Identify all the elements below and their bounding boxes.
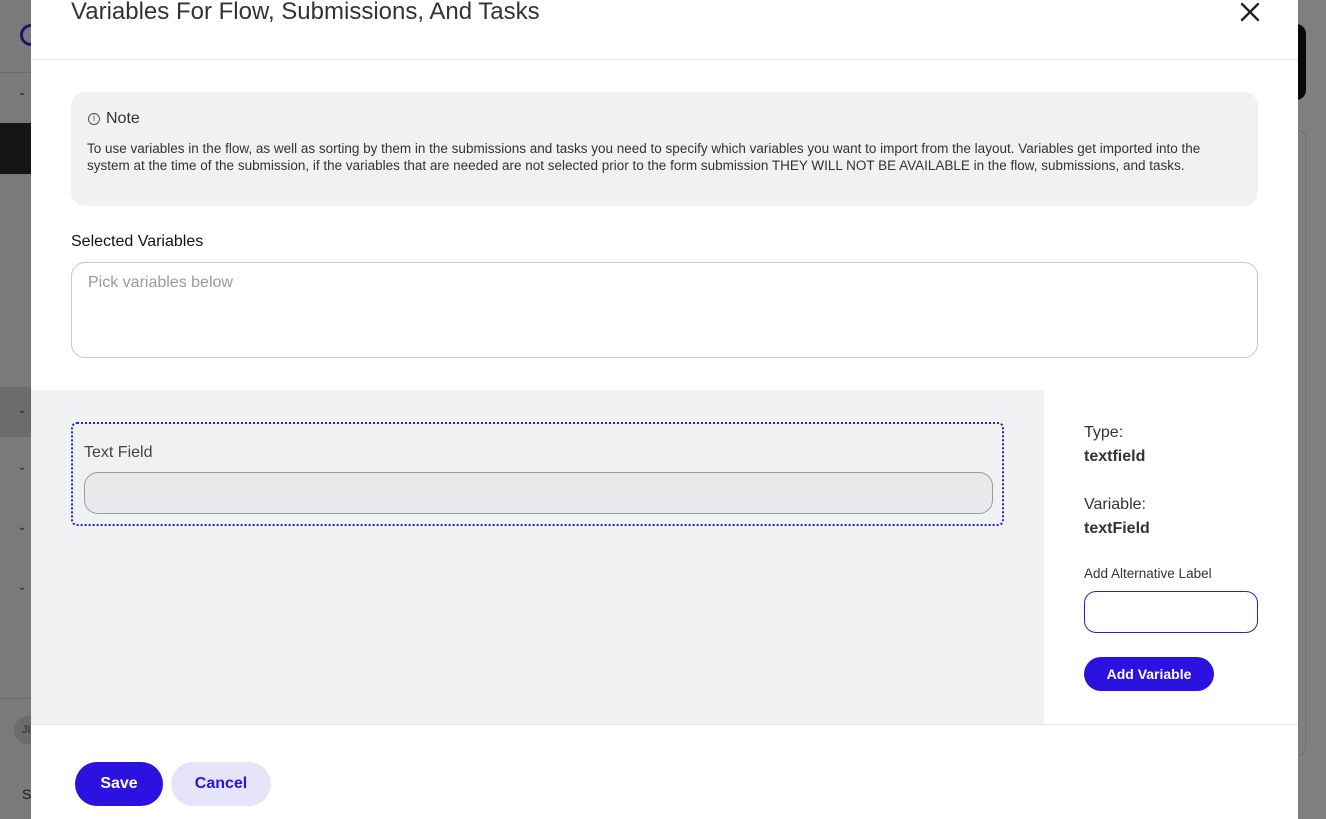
- modal-header: Variables For Flow, Submissions, And Tas…: [31, 0, 1298, 60]
- close-icon: [1240, 2, 1260, 22]
- note-text: To use variables in the flow, as well as…: [87, 141, 1201, 173]
- layout-preview-panel: Text Field: [31, 390, 1044, 724]
- add-variable-button[interactable]: Add Variable: [1084, 657, 1214, 691]
- close-button[interactable]: [1238, 0, 1262, 24]
- selected-variables-box[interactable]: Pick variables below: [71, 262, 1258, 358]
- modal-title: Variables For Flow, Submissions, And Tas…: [71, 0, 540, 25]
- text-field-label: Text Field: [84, 444, 153, 461]
- selected-variables-placeholder: Pick variables below: [88, 274, 233, 291]
- save-button[interactable]: Save: [75, 762, 163, 806]
- info-icon: i: [88, 113, 100, 125]
- selected-variables-label: Selected Variables: [71, 233, 204, 250]
- variable-value: textField: [1084, 520, 1150, 537]
- cancel-button[interactable]: Cancel: [171, 762, 271, 806]
- type-value: textfield: [1084, 448, 1146, 465]
- alternative-label-title: Add Alternative Label: [1084, 566, 1212, 581]
- text-field-component[interactable]: Text Field: [71, 422, 1004, 526]
- variable-label: Variable:: [1084, 496, 1146, 513]
- variables-modal: Variables For Flow, Submissions, And Tas…: [31, 0, 1298, 819]
- note-heading: Note: [106, 110, 140, 127]
- text-field-input[interactable]: [84, 472, 993, 514]
- type-label: Type:: [1084, 424, 1124, 441]
- note-panel: i Note To use variables in the flow, as …: [71, 92, 1258, 206]
- note-header: i Note: [87, 110, 1242, 128]
- alternative-label-input[interactable]: [1084, 591, 1258, 633]
- modal-footer: Save Cancel: [31, 724, 1298, 819]
- variable-details-panel: Type: textfield Variable: textField Add …: [1044, 390, 1298, 724]
